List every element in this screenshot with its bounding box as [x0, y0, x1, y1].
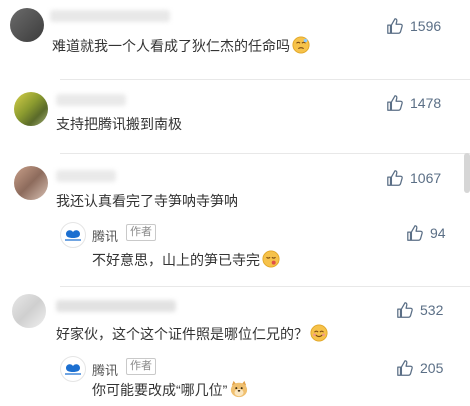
username-blurred — [56, 170, 116, 182]
avatar[interactable] — [14, 92, 48, 126]
smiling-face-icon — [310, 324, 328, 342]
like-count: 94 — [430, 225, 446, 241]
comment-text: 支持把腾讯搬到南极 — [56, 116, 182, 132]
like-button[interactable]: 205 — [396, 359, 443, 377]
thumbs-up-icon — [397, 360, 413, 376]
divider — [60, 286, 470, 287]
thumbs-up-icon — [407, 225, 423, 241]
divider — [60, 79, 470, 80]
author-tag: 作者 — [126, 224, 156, 241]
reply-text: 不好意思，山上的笋已寺完 — [92, 250, 280, 269]
like-count: 532 — [420, 302, 444, 318]
avatar[interactable] — [14, 166, 48, 200]
username-blurred — [56, 94, 126, 106]
like-button[interactable]: 532 — [396, 301, 443, 319]
avatar[interactable] — [10, 8, 44, 42]
comment-text: 好家伙，这个这个证件照是哪位仁兄的？ — [56, 324, 328, 343]
reply-author[interactable]: 腾讯 — [92, 360, 118, 379]
thumbs-up-icon — [387, 18, 403, 34]
comment-text: 我还认真看完了寺笋呐寺笋呐 — [56, 193, 238, 209]
author-tag: 作者 — [126, 358, 156, 375]
tencent-avatar[interactable] — [60, 356, 86, 382]
tencent-logo-icon — [65, 230, 81, 241]
comment-text: 难道就我一个人看成了狄仁杰的任命吗 — [52, 36, 310, 55]
scrollbar[interactable] — [464, 153, 470, 193]
like-button[interactable]: 94 — [406, 224, 446, 242]
tencent-avatar[interactable] — [60, 222, 86, 248]
like-button[interactable]: 1478 — [386, 94, 441, 112]
doge-icon — [231, 380, 248, 398]
like-count: 1478 — [410, 95, 442, 111]
thumbs-up-icon — [387, 170, 403, 186]
avatar[interactable] — [12, 294, 46, 328]
like-button[interactable]: 1067 — [386, 169, 441, 187]
like-count: 1596 — [410, 18, 442, 34]
relieved-face-icon — [262, 250, 280, 268]
reply-author[interactable]: 腾讯 — [92, 226, 118, 245]
thumbs-up-icon — [387, 95, 403, 111]
like-button[interactable]: 1596 — [386, 17, 441, 35]
divider — [60, 153, 470, 154]
sleepy-face-icon — [292, 36, 310, 54]
reply-text: 你可能要改成“哪几位” — [92, 380, 249, 399]
thumbs-up-icon — [397, 302, 413, 318]
username-blurred — [50, 10, 170, 22]
like-count: 205 — [420, 360, 444, 376]
username-blurred — [56, 300, 176, 312]
like-count: 1067 — [410, 170, 442, 186]
tencent-logo-icon — [65, 364, 81, 375]
